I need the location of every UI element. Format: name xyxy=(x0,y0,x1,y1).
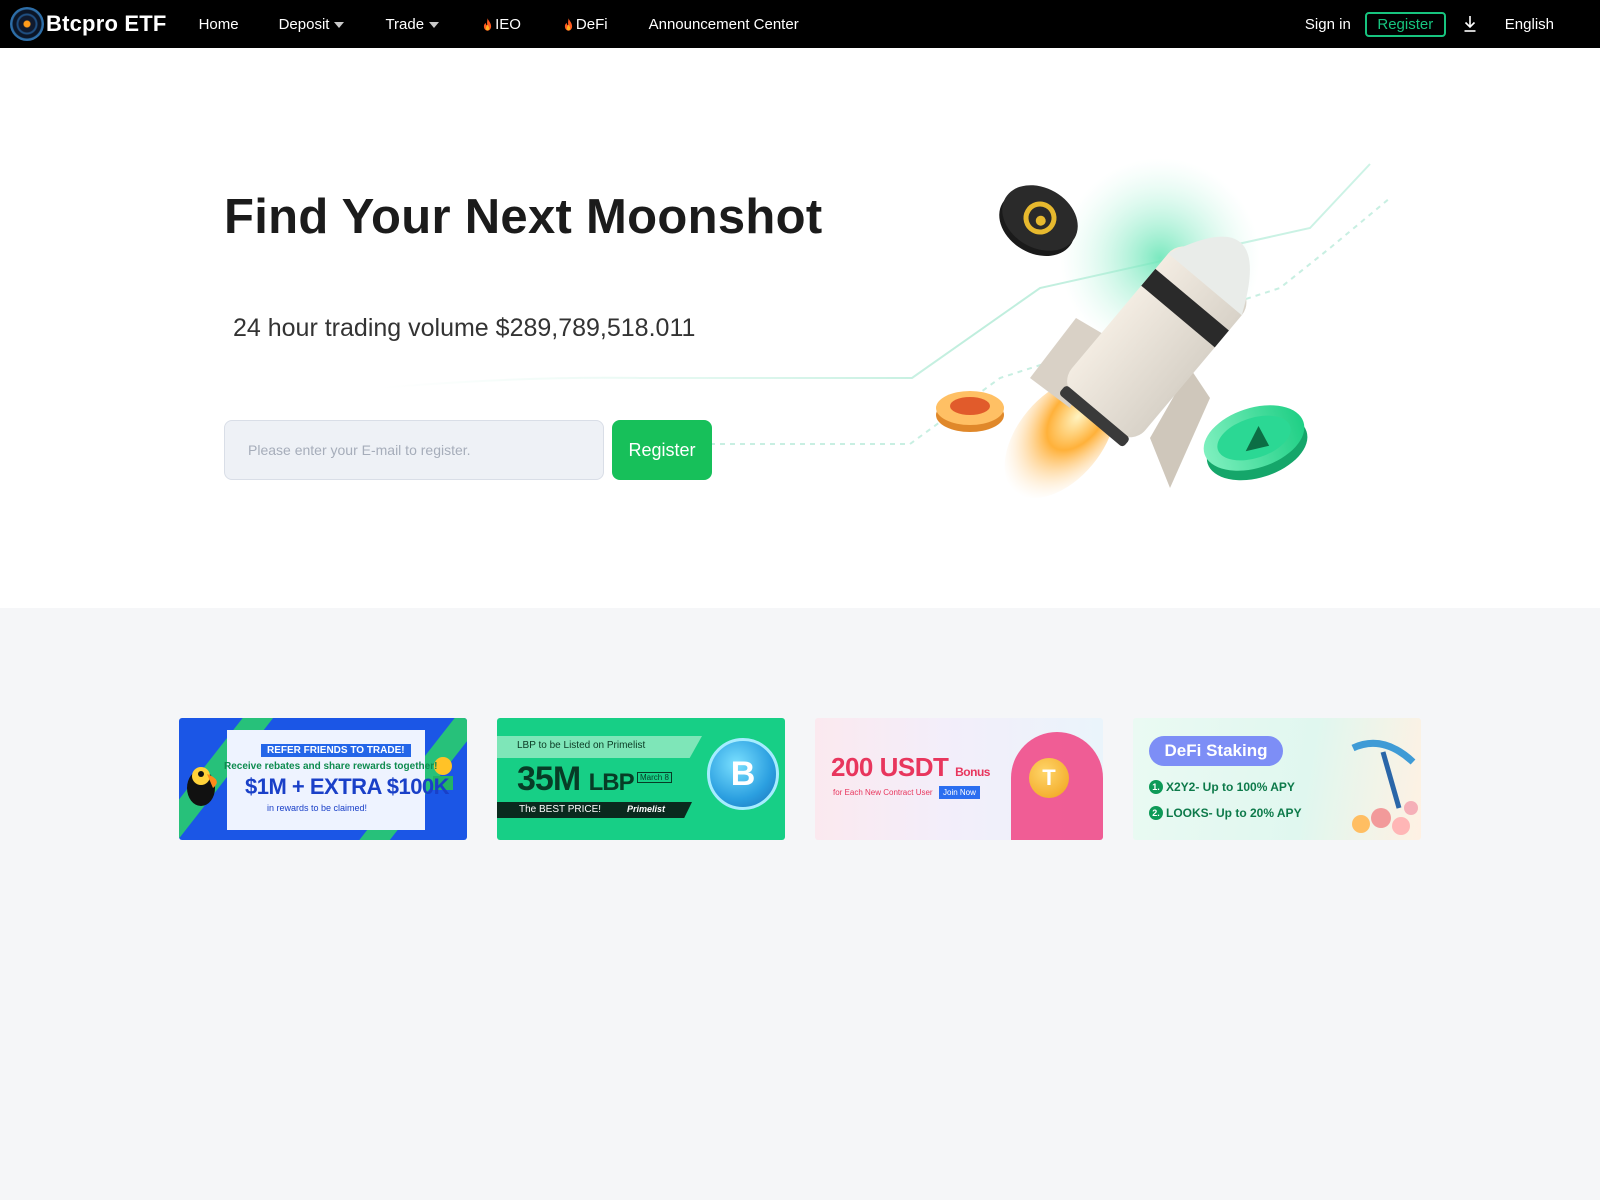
banner-date: March 8 xyxy=(637,772,672,783)
staking-item: 1. X2Y2- Up to 100% APY xyxy=(1149,780,1295,794)
banner-amount-suffix: Bonus xyxy=(955,765,990,779)
brand-logo[interactable]: Btcpro ETF xyxy=(10,7,167,41)
nav-announcement-center[interactable]: Announcement Center xyxy=(649,16,799,33)
banner-usdt-bonus[interactable]: T 200 USDT Bonus for Each New Contract U… xyxy=(815,718,1103,840)
staking-item: 2. LOOKS- Up to 20% APY xyxy=(1149,806,1302,820)
nav-home[interactable]: Home xyxy=(199,16,239,33)
banner-subtext: for Each New Contract User xyxy=(833,788,933,797)
brand-name: Btcpro ETF xyxy=(46,11,167,36)
email-register-input[interactable] xyxy=(224,420,604,480)
banner-tagline: The BEST PRICE! xyxy=(519,804,602,815)
tether-coin-icon: T xyxy=(1029,758,1069,798)
top-navbar: Btcpro ETF Home Deposit Trade IEO DeFi A… xyxy=(0,0,1600,48)
nav-trade[interactable]: Trade xyxy=(385,15,440,33)
banner-amount-value: 200 USDT xyxy=(831,752,949,782)
item-number: 2. xyxy=(1149,806,1163,820)
sign-in-link[interactable]: Sign in xyxy=(1305,16,1351,33)
logo-icon xyxy=(10,7,44,41)
fire-icon xyxy=(564,17,573,31)
fire-icon xyxy=(483,17,492,31)
chevron-down-icon xyxy=(334,22,345,28)
banner-amount: 200 USDT Bonus xyxy=(831,752,990,783)
banner-refer-friends[interactable]: REFER FRIENDS TO TRADE! Receive rebates … xyxy=(179,718,467,840)
banner-big-number: 35M xyxy=(517,760,581,798)
item-text: LOOKS- Up to 20% APY xyxy=(1166,806,1302,820)
banner-big-suffix: LBP xyxy=(588,769,635,796)
trading-volume: 24 hour trading volume $289,789,518.011 xyxy=(233,314,696,342)
b-coin-icon: B xyxy=(707,738,779,810)
nav-right: Sign in Register English xyxy=(1305,0,1600,48)
banner-amount: $1M + EXTRA $100K xyxy=(245,774,450,799)
nav-announcement-label: Announcement Center xyxy=(648,15,799,33)
pickaxe-coins-icon xyxy=(1351,739,1418,835)
download-icon[interactable] xyxy=(1462,15,1478,33)
coin-letter: B xyxy=(730,755,756,793)
banner-big-amount: 35M LBP xyxy=(517,760,635,799)
join-now-button[interactable]: Join Now xyxy=(939,786,980,799)
item-number: 1. xyxy=(1149,780,1163,794)
nav-defi-label: DeFi xyxy=(575,15,608,33)
item-text: X2Y2- Up to 100% APY xyxy=(1166,780,1295,794)
promo-banners: REFER FRIENDS TO TRADE! Receive rebates … xyxy=(179,718,1421,840)
banner-title: DeFi Staking xyxy=(1149,736,1283,766)
banner-subtext: in rewards to be claimed! xyxy=(267,803,368,813)
hero-headline: Find Your Next Moonshot xyxy=(224,190,823,244)
nav-trade-label: Trade xyxy=(385,15,425,33)
hero-section: Find Your Next Moonshot 24 hour trading … xyxy=(0,48,1600,608)
chevron-down-icon xyxy=(429,22,440,28)
nav-ieo-label: IEO xyxy=(495,15,521,33)
rocket-illustration xyxy=(936,158,1308,499)
nav-deposit[interactable]: Deposit xyxy=(279,16,345,33)
nav-ieo[interactable]: IEO xyxy=(483,16,521,33)
language-selector[interactable]: English xyxy=(1505,16,1554,33)
banner-lbp-primelist[interactable]: LBP to be Listed on Primelist 35M LBP Ma… xyxy=(497,718,785,840)
nav-links: Home Deposit Trade IEO DeFi Announcement… xyxy=(193,0,799,48)
nav-defi[interactable]: DeFi xyxy=(564,16,608,33)
banner-brand: Primelist xyxy=(627,804,666,814)
banner-line: Receive rebates and share rewards togeth… xyxy=(224,761,438,772)
toucan-icon xyxy=(187,767,217,806)
nav-home-label: Home xyxy=(198,15,239,33)
nav-deposit-label: Deposit xyxy=(278,15,330,33)
banner-title: REFER FRIENDS TO TRADE! xyxy=(261,744,411,757)
hero-register-button[interactable]: Register xyxy=(612,420,712,480)
banner-top-text: LBP to be Listed on Primelist xyxy=(517,740,646,751)
banner-defi-staking[interactable]: DeFi Staking 1. X2Y2- Up to 100% APY 2. … xyxy=(1133,718,1421,840)
nav-register-button[interactable]: Register xyxy=(1364,11,1446,37)
